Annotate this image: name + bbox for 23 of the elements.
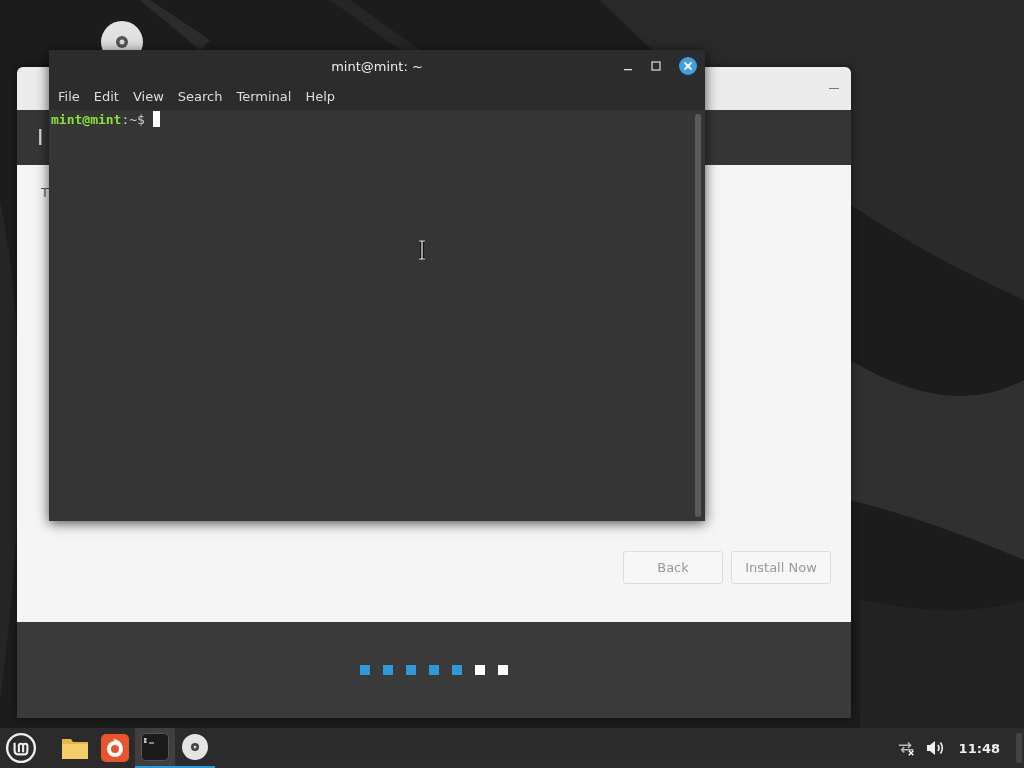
network-disconnected-icon[interactable] (896, 739, 917, 757)
scrollbar[interactable] (695, 114, 701, 517)
menu-icon[interactable] (5, 732, 37, 764)
menu-item[interactable]: View (125, 88, 171, 104)
disc-icon (181, 733, 209, 761)
close-icon[interactable] (679, 57, 697, 75)
menu-item[interactable]: Edit (86, 88, 126, 104)
browser-icon (101, 734, 129, 762)
window-title: mint@mint: ~ (331, 58, 423, 74)
maximize-icon[interactable] (651, 61, 661, 71)
clock[interactable]: 11:48 (958, 740, 1000, 756)
prompt-user: mint@mint (51, 111, 122, 127)
menu-item[interactable]: Help (298, 88, 343, 104)
prompt-path: :~$ (121, 111, 145, 127)
volume-icon[interactable] (924, 739, 945, 757)
menu-item[interactable]: Search (170, 88, 230, 104)
menu-item[interactable]: Terminal (229, 88, 299, 104)
text-cursor-icon (417, 240, 427, 260)
text-cursor (152, 111, 160, 127)
installer-text: T (41, 185, 50, 200)
menu-item[interactable]: File (51, 88, 87, 104)
terminal-icon (141, 733, 169, 761)
installer-heading: I (37, 125, 44, 150)
